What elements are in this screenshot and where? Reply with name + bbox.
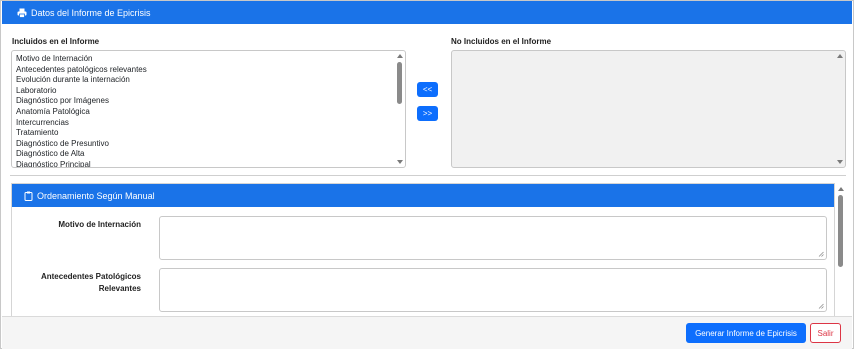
printer-icon — [17, 8, 27, 18]
scroll-down-icon[interactable] — [397, 160, 403, 164]
antecedentes-label: Antecedentes Patológicos Relevantes — [12, 271, 141, 295]
ordering-panel: Ordenamiento Según Manual Motivo de Inte… — [11, 183, 835, 324]
move-right-button[interactable]: >> — [417, 106, 438, 121]
list-item[interactable]: Evolución durante la internación — [16, 75, 147, 86]
not-included-listbox[interactable] — [451, 50, 846, 168]
not-included-label: No Incluidos en el Informe — [451, 37, 552, 46]
motivo-internacion-label: Motivo de Internación — [58, 220, 141, 229]
motivo-internacion-field[interactable] — [159, 216, 827, 260]
list-item[interactable]: Motivo de Internación — [16, 54, 147, 65]
antecedentes-field[interactable] — [159, 268, 827, 312]
list-item[interactable]: Laboratorio — [16, 86, 147, 97]
scroll-down-icon[interactable] — [837, 160, 843, 164]
included-scrollbar[interactable] — [394, 51, 405, 167]
resize-grip-icon[interactable] — [818, 303, 824, 309]
included-label: Incluidos en el Informe — [12, 37, 100, 46]
modal-title: Datos del Informe de Epicrisis — [31, 7, 151, 18]
not-included-scrollbar[interactable] — [834, 51, 845, 167]
clipboard-icon — [24, 191, 33, 201]
scroll-thumb[interactable] — [838, 195, 843, 267]
exit-button[interactable]: Salir — [810, 323, 841, 343]
window-edge — [854, 0, 864, 350]
list-item[interactable]: Anatomía Patológica — [16, 107, 147, 118]
list-item[interactable]: Diagnóstico Principal — [16, 160, 147, 167]
scroll-up-icon[interactable] — [397, 54, 403, 58]
ordering-panel-header: Ordenamiento Según Manual — [12, 184, 834, 207]
antecedentes-label-line1: Antecedentes Patológicos — [40, 272, 141, 281]
scroll-thumb[interactable] — [397, 62, 402, 104]
antecedentes-label-line2: Relevantes — [98, 284, 141, 293]
resize-grip-icon[interactable] — [818, 251, 824, 257]
scroll-up-icon[interactable] — [838, 187, 844, 191]
included-listbox[interactable]: Motivo de Internación Antecedentes patol… — [11, 50, 406, 168]
list-item[interactable]: Tratamiento — [16, 128, 147, 139]
included-list: Motivo de Internación Antecedentes patol… — [16, 54, 147, 167]
ordering-panel-title: Ordenamiento Según Manual — [37, 190, 155, 201]
ordering-scrollbar[interactable] — [835, 183, 846, 316]
list-item[interactable]: Diagnóstico de Alta — [16, 149, 147, 160]
list-item[interactable]: Diagnóstico por Imágenes — [16, 96, 147, 107]
scroll-up-icon[interactable] — [837, 54, 843, 58]
modal-header: Datos del Informe de Epicrisis — [2, 1, 852, 24]
generate-report-button[interactable]: Generar Informe de Epicrisis — [686, 323, 806, 343]
list-item[interactable]: Intercurrencias — [16, 118, 147, 129]
section-divider — [10, 175, 846, 176]
move-left-button[interactable]: << — [417, 82, 438, 97]
list-item[interactable]: Antecedentes patológicos relevantes — [16, 65, 147, 76]
list-item[interactable]: Diagnóstico de Presuntivo — [16, 139, 147, 150]
